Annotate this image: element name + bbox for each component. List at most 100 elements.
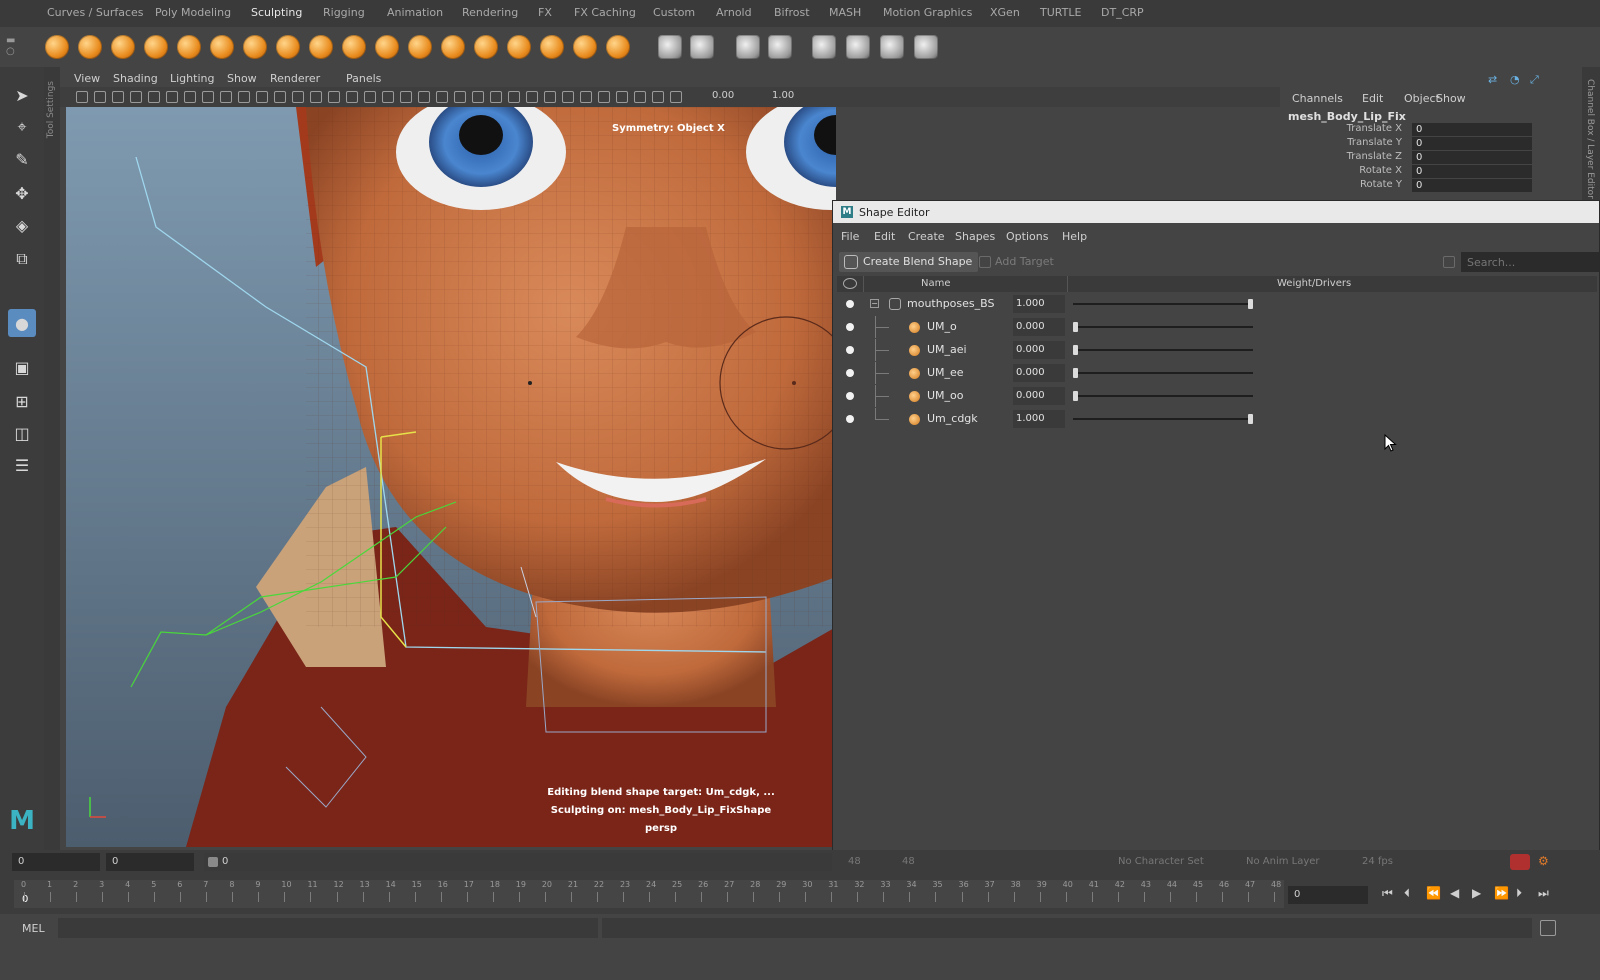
sculpt-utility-icon[interactable] xyxy=(846,35,870,59)
filter-icon[interactable] xyxy=(1443,256,1455,268)
sculpt-brush-icon[interactable] xyxy=(606,35,630,59)
sculpt-brush-icon[interactable] xyxy=(408,35,432,59)
end-time-field[interactable]: 48 xyxy=(896,853,976,871)
channel-box-toggle-icon[interactable]: ⇄ xyxy=(1488,73,1502,86)
step-forward-key-icon[interactable]: ⏵ xyxy=(1516,886,1522,901)
start-time-field[interactable]: 0 xyxy=(12,853,100,871)
sculpt-brush-icon[interactable] xyxy=(177,35,201,59)
weight-slider-handle[interactable] xyxy=(1073,368,1078,378)
weight-field[interactable]: 0.000 xyxy=(1013,364,1065,382)
panel-toolbar-icon[interactable] xyxy=(310,91,322,103)
sculpt-brush-icon[interactable] xyxy=(342,35,366,59)
panel-toolbar-icon[interactable] xyxy=(616,91,628,103)
panel-toolbar-icon[interactable] xyxy=(634,91,646,103)
panel-menu-lighting[interactable]: Lighting xyxy=(170,72,214,85)
shelf-tab-fx[interactable]: FX xyxy=(538,6,552,19)
shelf-tab-rigging[interactable]: Rigging xyxy=(323,6,365,19)
go-to-end-icon[interactable]: ⏭ xyxy=(1538,886,1549,901)
auto-key-icon[interactable] xyxy=(1510,854,1530,870)
panel-toolbar-icon[interactable] xyxy=(130,91,142,103)
shelf-tab-turtle[interactable]: TURTLE xyxy=(1040,6,1081,19)
shelf-tab-animation[interactable]: Animation xyxy=(387,6,443,19)
range-slider[interactable]: 0 xyxy=(204,853,832,871)
channel-row[interactable]: Translate X 0 xyxy=(1282,123,1542,137)
panel-toolbar-icon[interactable] xyxy=(598,91,610,103)
current-frame-field[interactable]: 0 xyxy=(1288,886,1368,904)
play-backwards-icon[interactable]: ◀ xyxy=(1450,886,1459,900)
visibility-toggle-icon[interactable] xyxy=(846,346,854,354)
shelf-tab-curves-surfaces[interactable]: Curves / Surfaces xyxy=(47,6,144,19)
visibility-toggle-icon[interactable] xyxy=(846,323,854,331)
command-input[interactable] xyxy=(58,918,598,938)
exposure-field[interactable]: 0.00 xyxy=(712,90,734,101)
weight-slider[interactable] xyxy=(1073,299,1253,309)
weight-field[interactable]: 0.000 xyxy=(1013,387,1065,405)
select-tool-icon[interactable]: ➤ xyxy=(8,81,36,109)
sculpt-brush-icon[interactable] xyxy=(441,35,465,59)
panel-toolbar-icon[interactable] xyxy=(400,91,412,103)
sculpt-brush-icon[interactable] xyxy=(45,35,69,59)
shape-editor-menu-help[interactable]: Help xyxy=(1062,230,1087,243)
weight-field[interactable]: 1.000 xyxy=(1013,295,1065,313)
rotate-tool-icon[interactable]: ◈ xyxy=(8,211,36,239)
time-slider[interactable]: 0 0 1 2 3 4 5 6 7 8 9 10 11 12 13 14 15 16 17 18 19 20 21 22 23… xyxy=(14,880,1284,908)
target-name[interactable]: UM_o xyxy=(927,320,957,333)
panel-toolbar-icon[interactable] xyxy=(544,91,556,103)
panel-toolbar-icon[interactable] xyxy=(184,91,196,103)
sculpt-brush-icon[interactable] xyxy=(78,35,102,59)
panel-toolbar-icon[interactable] xyxy=(112,91,124,103)
scale-tool-icon[interactable]: ⧉ xyxy=(8,245,36,273)
panel-menu-panels[interactable]: Panels xyxy=(346,72,381,85)
shelf-tab-poly-modeling[interactable]: Poly Modeling xyxy=(155,6,231,19)
add-target-button[interactable]: Add Target xyxy=(979,252,1054,272)
sculpt-utility-icon[interactable] xyxy=(914,35,938,59)
target-name[interactable]: UM_oo xyxy=(927,389,964,402)
sculpt-utility-icon[interactable] xyxy=(880,35,904,59)
create-blend-shape-button[interactable]: Create Blend Shape xyxy=(839,252,979,272)
shelf-tab-rendering[interactable]: Rendering xyxy=(462,6,518,19)
sculpt-brush-icon[interactable] xyxy=(507,35,531,59)
panel-toolbar-icon[interactable] xyxy=(94,91,106,103)
sculpt-brush-icon[interactable] xyxy=(375,35,399,59)
range-end-field[interactable]: 48 xyxy=(842,853,882,871)
weight-field[interactable]: 0.000 xyxy=(1013,318,1065,336)
shape-editor-menu-shapes[interactable]: Shapes xyxy=(955,230,995,243)
target-row[interactable]: UM_o 0.000 xyxy=(837,316,1597,338)
tool-settings-toggle-icon[interactable]: ⤢ xyxy=(1530,73,1544,86)
weight-slider[interactable] xyxy=(1073,391,1253,401)
blend-shape-row[interactable]: − mouthposes_BS 1.000 xyxy=(837,293,1597,315)
visibility-toggle-icon[interactable] xyxy=(846,415,854,423)
shelf-tab-motion-graphics[interactable]: Motion Graphics xyxy=(883,6,972,19)
panel-toolbar-icon[interactable] xyxy=(652,91,664,103)
channel-value-field[interactable]: 0 xyxy=(1412,151,1532,164)
weight-slider[interactable] xyxy=(1073,322,1253,332)
panel-toolbar-icon[interactable] xyxy=(274,91,286,103)
panel-toolbar-icon[interactable] xyxy=(670,91,682,103)
shelf-tab-arnold[interactable]: Arnold xyxy=(716,6,752,19)
panel-toolbar-icon[interactable] xyxy=(508,91,520,103)
panel-toolbar-icon[interactable] xyxy=(580,91,592,103)
paint-select-tool-icon[interactable]: ✎ xyxy=(8,145,36,173)
weight-slider[interactable] xyxy=(1073,368,1253,378)
channel-box-menu-object[interactable]: Object xyxy=(1404,92,1440,105)
sculpt-brush-icon[interactable] xyxy=(573,35,597,59)
panel-toolbar-icon[interactable] xyxy=(238,91,250,103)
attribute-editor-toggle-icon[interactable]: ◔ xyxy=(1510,73,1524,86)
fps-menu[interactable]: 24 fps xyxy=(1356,853,1446,871)
weight-slider-handle[interactable] xyxy=(1073,391,1078,401)
target-name[interactable]: UM_ee xyxy=(927,366,964,379)
weight-slider[interactable] xyxy=(1073,345,1253,355)
visibility-toggle-icon[interactable] xyxy=(846,300,854,308)
panel-menu-shading[interactable]: Shading xyxy=(113,72,158,85)
sculpt-brush-icon[interactable] xyxy=(111,35,135,59)
shelf-options-icon[interactable]: ▬ ○ xyxy=(6,35,18,59)
character-set-menu[interactable]: No Character Set xyxy=(1112,853,1232,871)
sculpt-tool-icon[interactable]: ● xyxy=(8,309,36,337)
panel-menu-show[interactable]: Show xyxy=(227,72,257,85)
two-view-layout-icon[interactable]: ◫ xyxy=(8,419,36,447)
channel-value-field[interactable]: 0 xyxy=(1412,137,1532,150)
visibility-toggle-icon[interactable] xyxy=(846,369,854,377)
panel-toolbar-icon[interactable] xyxy=(346,91,358,103)
channel-value-field[interactable]: 0 xyxy=(1412,165,1532,178)
sculpt-brush-icon[interactable] xyxy=(276,35,300,59)
